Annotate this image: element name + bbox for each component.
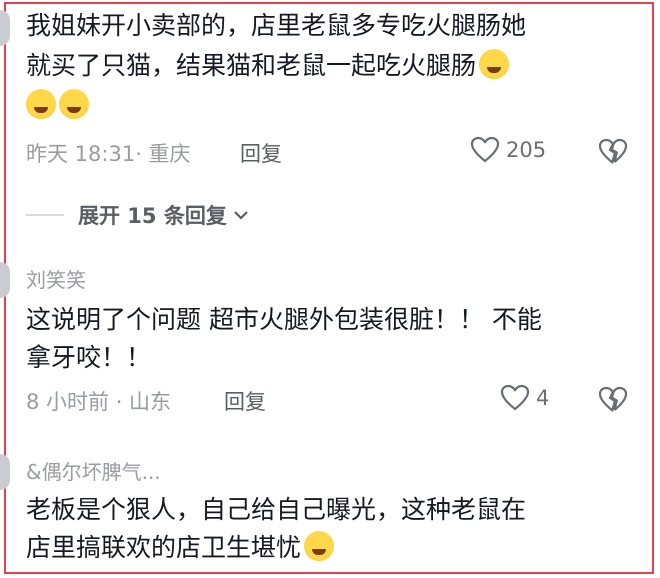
reply-button[interactable]: 回复 bbox=[240, 138, 282, 168]
comment-text-line: 我姐妹开小卖部的，店里老鼠多专吃火腿肠她 bbox=[26, 11, 527, 40]
comment-text-line: 老板是个狠人，自己给自己曝光，这种老鼠在 bbox=[26, 495, 527, 524]
dislike-button[interactable] bbox=[598, 138, 628, 170]
like-button[interactable]: 4 bbox=[500, 384, 549, 412]
avatar[interactable] bbox=[0, 10, 10, 46]
broken-heart-icon bbox=[598, 138, 628, 164]
broken-heart-icon bbox=[598, 386, 628, 412]
like-button[interactable]: 205 bbox=[470, 136, 546, 164]
comment-text-line: 就买了只猫，结果猫和老鼠一起吃火腿肠 bbox=[26, 46, 510, 86]
comment-meta: 8 小时前 · 山东 bbox=[26, 390, 172, 414]
dislike-button[interactable] bbox=[598, 386, 628, 418]
comment-text-line: 拿牙咬！！ bbox=[26, 343, 152, 372]
username[interactable]: 刘笑笑 bbox=[26, 264, 86, 293]
avatar[interactable] bbox=[0, 262, 10, 298]
avatar[interactable] bbox=[0, 454, 10, 490]
emoji-line bbox=[26, 86, 89, 126]
laugh-cry-emoji-icon bbox=[479, 49, 510, 79]
username[interactable]: &偶尔坏脾气... bbox=[26, 456, 161, 485]
like-count: 205 bbox=[506, 138, 547, 162]
comment-text-line: 这说明了个问题 超市火腿外包装很脏！！ 不能 bbox=[26, 305, 542, 334]
expand-replies-label: 展开 15 条回复 bbox=[78, 204, 227, 228]
expand-replies-button[interactable]: 展开 15 条回复 bbox=[26, 200, 251, 230]
comment-meta: 昨天 18:31· 重庆 bbox=[26, 142, 191, 166]
highlight-frame bbox=[4, 2, 654, 574]
heart-icon bbox=[470, 136, 500, 163]
divider bbox=[26, 214, 64, 216]
like-count: 4 bbox=[536, 386, 550, 410]
chevron-down-icon bbox=[234, 211, 248, 220]
comment-text-line: 店里搞联欢的店卫生堪忧 bbox=[26, 528, 335, 568]
reply-button[interactable]: 回复 bbox=[224, 386, 266, 416]
laugh-cry-emoji-icon bbox=[304, 531, 335, 561]
heart-icon bbox=[500, 384, 530, 411]
laugh-cry-emoji-icon bbox=[59, 89, 89, 119]
laugh-cry-emoji-icon bbox=[26, 89, 56, 119]
